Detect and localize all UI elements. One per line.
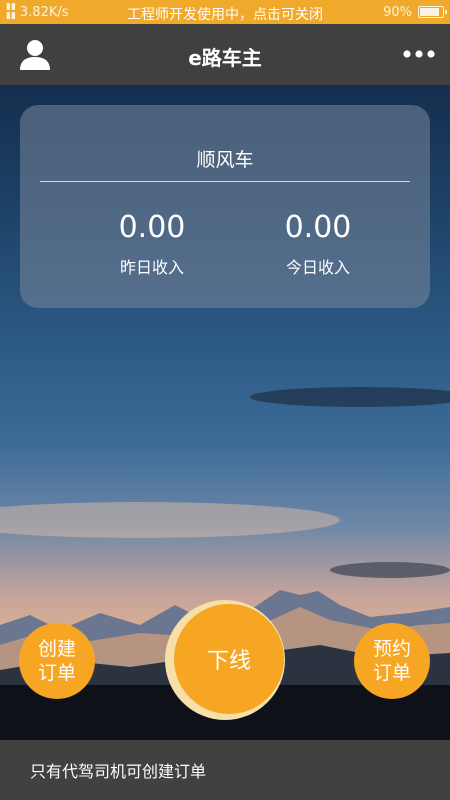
footer-message: 只有代驾司机可创建订单 — [30, 762, 207, 781]
earnings-card: 顺风车 0.00 昨日收入 0.00 今日收入 — [20, 105, 430, 308]
page-title: e路车主 — [188, 46, 262, 70]
go-offline-label: 下线 — [206, 649, 251, 674]
today-income-label: 今日收入 — [285, 258, 350, 277]
app-header: e路车主 — [0, 24, 450, 85]
book-order-button[interactable]: 预约订单 — [354, 623, 430, 699]
yesterday-income-value: 0.00 — [118, 210, 186, 245]
yesterday-income: 0.00 昨日收入 — [72, 210, 232, 278]
create-order-button[interactable]: 创建订单 — [19, 623, 95, 699]
battery-fill — [420, 8, 439, 16]
battery-indicator: 90% — [383, 0, 447, 24]
card-divider — [40, 181, 410, 182]
yesterday-income-label: 昨日收入 — [119, 258, 184, 277]
create-order-label: 创建订单 — [37, 638, 76, 684]
go-offline-button[interactable]: 下线 — [174, 604, 284, 714]
battery-percent: 90% — [383, 4, 412, 20]
today-income: 0.00 今日收入 — [238, 210, 398, 278]
status-bar[interactable]: ▮▮ ▮▮ 3.82K/s 工程师开发使用中，点击可关闭 90% — [0, 0, 450, 24]
card-title: 顺风车 — [196, 149, 254, 171]
battery-icon — [418, 6, 447, 18]
footer-bar: 只有代驾司机可创建订单 — [0, 740, 450, 800]
more-icon[interactable] — [402, 42, 436, 66]
today-income-value: 0.00 — [284, 210, 352, 245]
book-order-label: 预约订单 — [372, 638, 411, 684]
